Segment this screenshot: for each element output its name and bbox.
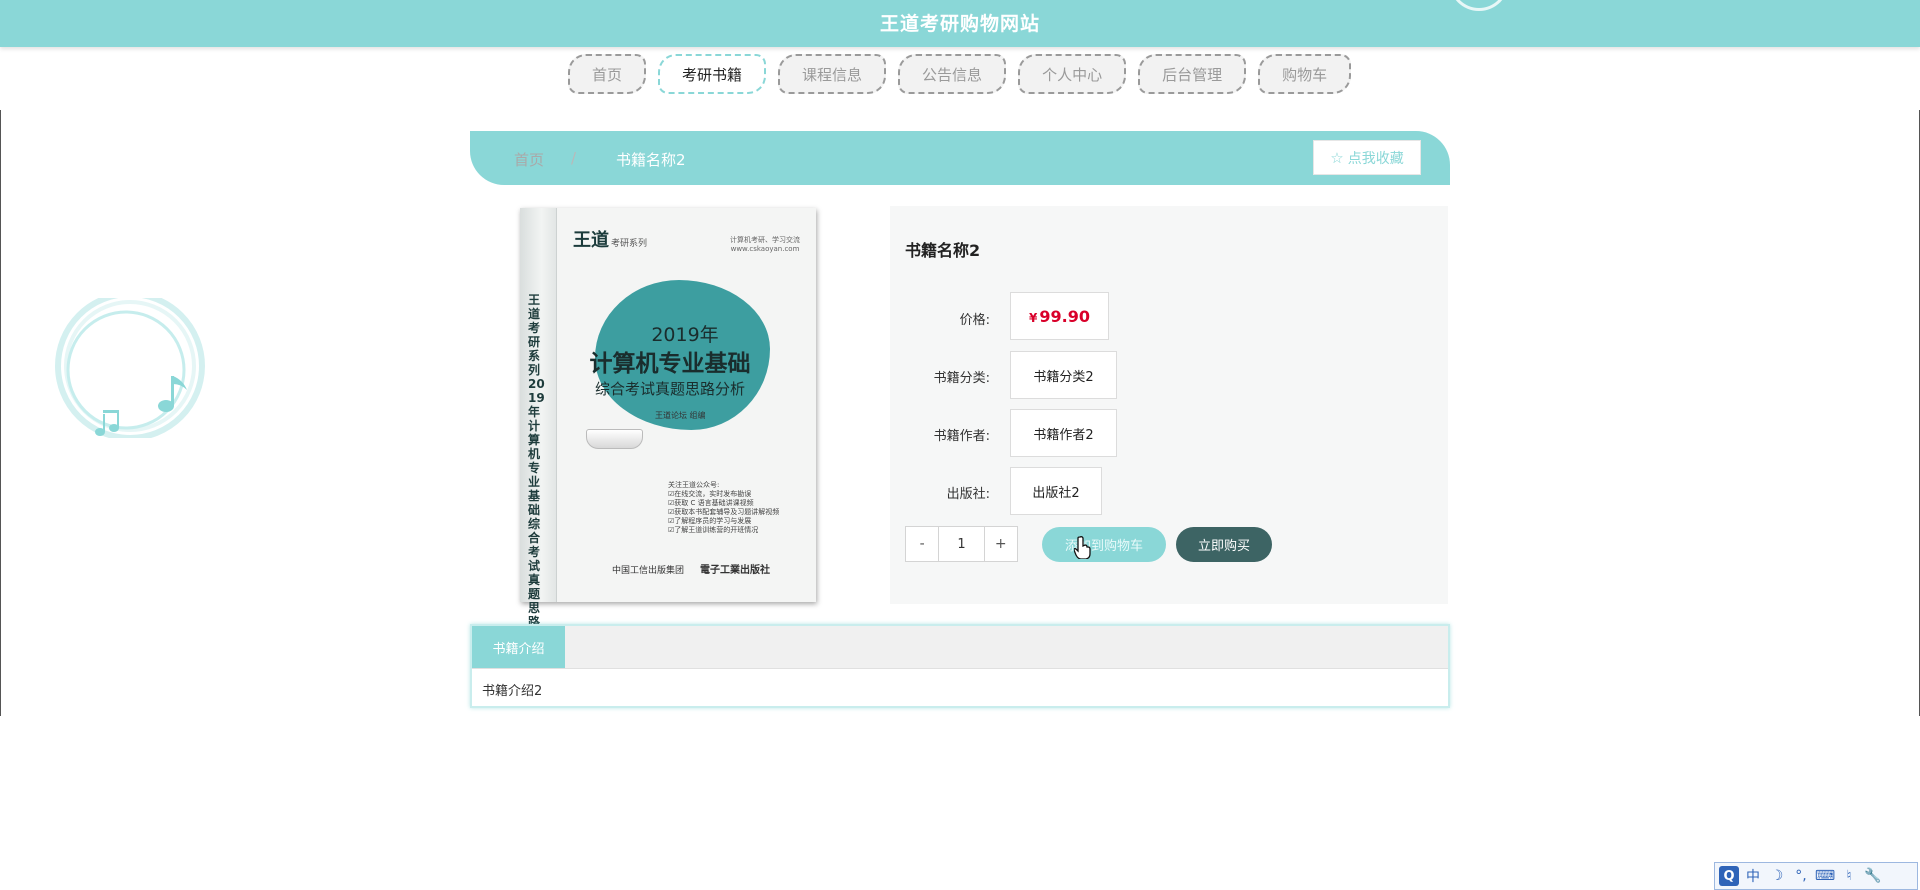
hand-cursor-icon xyxy=(1074,536,1091,559)
tabs-header xyxy=(472,626,1448,669)
tab-book-intro[interactable]: 书籍介绍 xyxy=(472,626,565,668)
cover-tagline: 计算机考研、学习交流 www.cskaoyan.com xyxy=(730,236,800,253)
ime-keyboard-icon[interactable]: ⌨ xyxy=(1815,866,1835,886)
favorite-button[interactable]: ☆ 点我收藏 xyxy=(1313,140,1421,175)
product-info-panel: 书籍名称2 价格: ¥99.90 书籍分类: 书籍分类2 书籍作者: 书籍作者2… xyxy=(890,206,1448,604)
cover-note: 关注王道公众号: xyxy=(668,481,720,489)
cover-brand: 王道 xyxy=(573,230,609,251)
breadcrumb-separator: / xyxy=(571,149,577,167)
nav-item-announcements[interactable]: 公告信息 xyxy=(898,54,1007,94)
main-nav: 首页 考研书籍 课程信息 公告信息 个人中心 后台管理 购物车 xyxy=(568,54,1352,101)
ime-symbol-icon[interactable]: ♮ xyxy=(1839,866,1859,886)
ime-toolbar: Q 中 ☽ °, ⌨ ♮ 🔧 xyxy=(1714,862,1918,890)
ime-chinese-mode-icon[interactable]: 中 xyxy=(1743,866,1763,886)
ime-logo-icon[interactable]: Q xyxy=(1719,866,1739,886)
quantity-increase-button[interactable]: + xyxy=(985,527,1017,561)
tab-content: 书籍介绍2 xyxy=(482,684,543,699)
cover-note: ☑获取 C 语言基础讲课视频 xyxy=(668,499,754,507)
author-label: 书籍作者: xyxy=(933,429,990,444)
site-title: 王道考研购物网站 xyxy=(879,13,1040,35)
music-player-icon[interactable] xyxy=(54,298,208,438)
author-value: 书籍作者2 xyxy=(1010,409,1117,457)
ime-halfwidth-moon-icon[interactable]: ☽ xyxy=(1767,866,1787,886)
description-tabs: 书籍介绍 书籍介绍2 xyxy=(470,624,1450,708)
book-cover-image: 王道考研系列 2019年计算机专业基础综合考试真题思路分析 王道 考研系列 计算… xyxy=(520,208,816,657)
cover-note: ☑了解王道训练营的开班情况 xyxy=(668,526,759,534)
cover-subtitle: 综合考试真题思路分析 xyxy=(594,380,745,398)
book-spine: 王道考研系列 2019年计算机专业基础综合考试真题思路分析 xyxy=(520,208,557,657)
publisher-label: 出版社: xyxy=(946,487,990,502)
spine-text: 王道考研系列 2019年计算机专业基础综合考试真题思路分析 xyxy=(528,293,545,657)
top-header: 王道考研购物网站 xyxy=(0,0,1920,47)
nav-item-admin[interactable]: 后台管理 xyxy=(1138,54,1247,94)
star-outline-icon: ☆ xyxy=(1330,148,1344,167)
cover-note: ☑在线交流，实时发布勘误 xyxy=(668,490,752,498)
favorite-label: 点我收藏 xyxy=(1347,150,1404,167)
quantity-stepper: - 1 + xyxy=(905,526,1018,562)
cover-main-title: 计算机专业基础 xyxy=(589,351,751,377)
cover-publisher-1: 中国工信出版集团 xyxy=(612,566,685,576)
buy-now-button[interactable]: 立即购买 xyxy=(1176,527,1272,562)
product-title: 书籍名称2 xyxy=(905,241,981,260)
add-to-cart-button[interactable]: 添加到购物车 xyxy=(1042,527,1166,562)
cover-note: ☑获取本书配套辅导及习题讲解视频 xyxy=(668,508,780,516)
publisher-value: 出版社2 xyxy=(1010,467,1102,515)
ime-settings-wrench-icon[interactable]: 🔧 xyxy=(1863,866,1883,886)
nav-item-profile[interactable]: 个人中心 xyxy=(1018,54,1127,94)
cover-series: 考研系列 xyxy=(611,239,648,249)
breadcrumb-home[interactable]: 首页 xyxy=(514,149,544,170)
category-value: 书籍分类2 xyxy=(1010,351,1117,399)
nav-item-books[interactable]: 考研书籍 xyxy=(658,54,767,94)
nav-item-home[interactable]: 首页 xyxy=(568,54,647,94)
nav-item-cart[interactable]: 购物车 xyxy=(1258,54,1352,94)
nav-item-courses[interactable]: 课程信息 xyxy=(778,54,887,94)
price-amount: 99.90 xyxy=(1039,306,1090,326)
cover-note: ☑了解程序员的学习与发展 xyxy=(668,517,752,525)
quantity-decrease-button[interactable]: - xyxy=(906,527,938,561)
cover-year: 2019年 xyxy=(651,324,719,346)
price-label: 价格: xyxy=(959,313,990,328)
cover-editor: 王道论坛 组编 xyxy=(655,411,706,420)
cover-notes: 关注王道公众号: ☑在线交流，实时发布勘误 ☑获取 C 语言基础讲课视频 ☑获取… xyxy=(668,481,779,535)
ime-punctuation-icon[interactable]: °, xyxy=(1791,866,1811,886)
breadcrumb: 首页 / 书籍名称2 ☆ 点我收藏 xyxy=(470,131,1450,185)
currency-symbol: ¥ xyxy=(1029,310,1038,325)
breadcrumb-current: 书籍名称2 xyxy=(616,151,686,169)
cover-book-pile xyxy=(586,429,643,449)
cover-publisher-2: 電子工業出版社 xyxy=(700,565,770,576)
category-label: 书籍分类: xyxy=(933,371,990,386)
quantity-input[interactable]: 1 xyxy=(938,527,985,561)
price-value: ¥99.90 xyxy=(1010,292,1109,340)
